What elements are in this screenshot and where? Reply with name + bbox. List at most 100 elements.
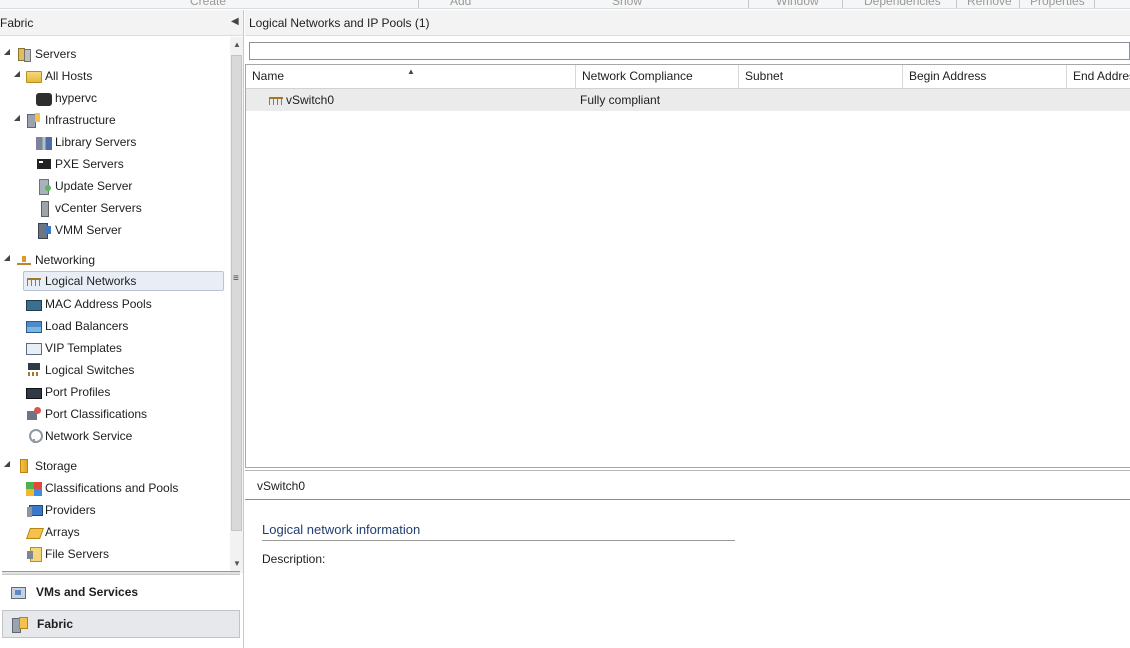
sort-ascending-icon: ▲ — [407, 67, 415, 76]
navigation-tree: ◢ Servers ◢ All Hosts hypervc ◢ Infrastr… — [0, 37, 230, 573]
ribbon-group-add: Add — [450, 0, 472, 8]
vms-services-icon — [10, 584, 26, 600]
tree-item-networking[interactable]: Networking — [16, 250, 95, 270]
infrastructure-icon — [26, 112, 42, 128]
scroll-down-arrow-icon[interactable]: ▼ — [233, 559, 241, 568]
tree-item-label: Infrastructure — [45, 113, 116, 127]
tree-item-label: Port Profiles — [45, 385, 111, 399]
tree-item-load-balancers[interactable]: Load Balancers — [26, 316, 128, 336]
column-header-label: Network Compliance — [582, 69, 693, 83]
library-server-icon — [36, 136, 52, 150]
tree-item-label: Logical Switches — [45, 363, 135, 377]
workspace-fabric[interactable]: Fabric — [2, 610, 240, 638]
tree-item-label: Logical Networks — [45, 274, 137, 288]
expand-arrow-icon[interactable]: ◢ — [2, 253, 12, 262]
ribbon-group-create: Create — [190, 0, 227, 8]
expand-arrow-icon[interactable]: ◢ — [12, 113, 22, 122]
details-title: vSwitch0 — [257, 479, 306, 493]
table-row[interactable]: vSwitch0 Fully compliant — [246, 89, 1130, 111]
column-header-label: Subnet — [745, 69, 784, 83]
page-title: Logical Networks and IP Pools (1) — [249, 16, 430, 30]
pane-splitter[interactable] — [2, 571, 240, 575]
logical-network-icon — [268, 92, 284, 108]
tree-item-port-profiles[interactable]: Port Profiles — [26, 382, 110, 402]
tree-item-vip-templates[interactable]: VIP Templates — [26, 338, 122, 358]
tree-item-label: PXE Servers — [55, 157, 124, 171]
tree-item-logical-switches[interactable]: Logical Switches — [26, 360, 134, 380]
ribbon-separator — [748, 0, 749, 8]
tree-item-storage[interactable]: Storage — [16, 456, 77, 476]
grid-header: Name ▲ Network Compliance Subnet Begin A… — [246, 65, 1130, 89]
search-input[interactable] — [249, 42, 1130, 60]
main-pane: Logical Networks and IP Pools (1) Name ▲… — [245, 10, 1130, 648]
column-header-label: End Address — [1073, 69, 1130, 83]
column-header-end-address[interactable]: End Address — [1067, 65, 1130, 88]
mac-pool-icon — [26, 300, 42, 311]
tree-item-hypervc[interactable]: hypervc — [36, 88, 97, 108]
ribbon-group-window: Window — [776, 0, 819, 8]
scroll-up-arrow-icon[interactable]: ▲ — [233, 40, 241, 49]
host-icon — [36, 92, 52, 106]
section-title: Logical network information — [262, 522, 421, 537]
tree-item-vmm-server[interactable]: VMM Server — [36, 220, 122, 240]
tree-item-label: Network Service — [45, 429, 133, 443]
ribbon-group-remove: Remove — [967, 0, 1012, 8]
tree-item-classifications-and-pools[interactable]: Classifications and Pools — [26, 478, 178, 498]
ribbon: Create Add Show Window Dependencies Remo… — [0, 0, 1130, 9]
logical-switch-icon — [26, 362, 42, 378]
file-server-icon — [26, 546, 42, 562]
tree-item-label: Arrays — [45, 525, 80, 539]
tree-item-providers[interactable]: Providers — [26, 500, 96, 520]
tree-item-pxe-servers[interactable]: PXE Servers — [36, 154, 124, 174]
scrollbar-thumb[interactable] — [231, 55, 242, 531]
workspace-label: Fabric — [37, 617, 74, 631]
main-header: Logical Networks and IP Pools (1) — [245, 10, 1130, 36]
tree-item-label: Update Server — [55, 179, 133, 193]
workspace-label: VMs and Services — [36, 585, 139, 599]
column-header-network-compliance[interactable]: Network Compliance — [576, 65, 739, 88]
navigation-scrollbar[interactable]: ▲ ≡ ▼ — [230, 37, 243, 573]
networking-icon — [16, 252, 32, 268]
cell-name: vSwitch0 — [286, 93, 335, 107]
tree-item-library-servers[interactable]: Library Servers — [36, 132, 136, 152]
tree-item-file-servers[interactable]: File Servers — [26, 544, 109, 564]
tree-item-infrastructure[interactable]: Infrastructure — [26, 110, 116, 130]
navigation-title: Fabric — [0, 16, 34, 30]
scrollbar-grip-icon: ≡ — [233, 273, 239, 284]
expand-arrow-icon[interactable]: ◢ — [2, 459, 12, 468]
tree-item-all-hosts[interactable]: All Hosts — [26, 66, 92, 86]
workspace-vms-and-services[interactable]: VMs and Services — [2, 578, 240, 606]
storage-icon — [20, 459, 28, 473]
tree-item-vcenter-servers[interactable]: vCenter Servers — [36, 198, 142, 218]
tree-item-label: VIP Templates — [45, 341, 122, 355]
array-icon — [26, 524, 42, 540]
column-header-name[interactable]: Name ▲ — [246, 65, 576, 88]
tree-item-port-classifications[interactable]: Port Classifications — [26, 404, 147, 424]
tree-item-mac-address-pools[interactable]: MAC Address Pools — [26, 294, 152, 314]
pxe-server-icon — [36, 156, 52, 172]
ribbon-separator — [956, 0, 957, 8]
vmm-server-icon — [36, 222, 52, 239]
servers-icon — [16, 46, 32, 62]
tree-item-label: MAC Address Pools — [45, 297, 152, 311]
description-label: Description: — [262, 552, 326, 566]
tree-item-network-service[interactable]: Network Service — [26, 426, 132, 446]
load-balancer-icon — [26, 321, 42, 333]
navigation-header: Fabric ◀ — [0, 10, 243, 36]
column-header-subnet[interactable]: Subnet — [739, 65, 903, 88]
cell-network-compliance: Fully compliant — [580, 93, 661, 107]
tree-item-label: Providers — [45, 503, 96, 517]
expand-arrow-icon[interactable]: ◢ — [2, 47, 12, 56]
logical-network-icon — [26, 273, 42, 289]
tree-item-label: File Servers — [45, 547, 110, 561]
tree-item-logical-networks[interactable]: Logical Networks — [23, 271, 224, 291]
collapse-pane-button[interactable]: ◀ — [231, 16, 239, 27]
tree-item-update-server[interactable]: Update Server — [36, 176, 132, 196]
expand-arrow-icon[interactable]: ◢ — [12, 69, 22, 78]
ribbon-group-dependencies: Dependencies — [864, 0, 941, 8]
tree-item-arrays[interactable]: Arrays — [26, 522, 80, 542]
ribbon-separator — [842, 0, 843, 8]
column-header-begin-address[interactable]: Begin Address — [903, 65, 1067, 88]
port-profile-icon — [26, 388, 42, 399]
tree-item-servers[interactable]: Servers — [16, 44, 76, 64]
